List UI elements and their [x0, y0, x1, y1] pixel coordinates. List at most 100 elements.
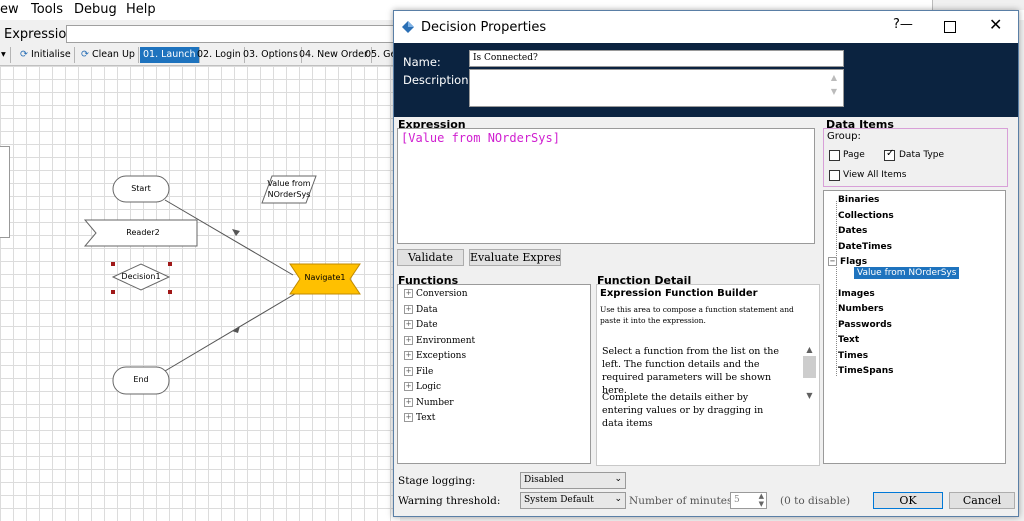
header-panel: Name: Is Connected? Description: ▲ ▼: [394, 43, 1018, 117]
function-text[interactable]: + Text: [404, 413, 435, 423]
tab-clean-up[interactable]: ⟳ Clean Up: [78, 47, 139, 63]
function-detail-scrollbar[interactable]: ▲ ▼: [802, 345, 817, 415]
data-group-text[interactable]: Text: [838, 335, 859, 345]
function-date[interactable]: + Date: [404, 320, 438, 330]
expand-icon: +: [404, 289, 413, 298]
expand-icon: +: [404, 351, 413, 360]
data-group-timespans[interactable]: TimeSpans: [838, 366, 893, 376]
expand-icon: +: [404, 305, 413, 314]
close-icon[interactable]: ✕: [989, 15, 1002, 34]
function-number[interactable]: + Number: [404, 398, 454, 408]
data-group-flags[interactable]: − Flags: [828, 257, 867, 267]
view-all-label: View All Items: [843, 170, 907, 180]
function-data[interactable]: + Data: [404, 305, 438, 315]
name-input[interactable]: Is Connected?: [469, 50, 844, 67]
group-box: Group: Page ✓ Data Type View All Items: [823, 128, 1008, 187]
expand-icon: +: [404, 320, 413, 329]
data-group-binaries[interactable]: Binaries: [838, 195, 879, 205]
function-help-text-1: Select a function from the list on the l…: [602, 346, 780, 396]
maximize-icon[interactable]: [944, 21, 956, 33]
view-all-checkbox[interactable]: [829, 170, 840, 181]
function-help-text-2: Complete the details either by entering …: [602, 392, 764, 429]
flow-arrow-1: [232, 229, 240, 236]
data-group-passwords[interactable]: Passwords: [838, 320, 892, 330]
expression-input[interactable]: [66, 25, 408, 43]
expand-icon: +: [404, 367, 413, 376]
scroll-up-icon[interactable]: ▲: [802, 345, 817, 354]
scroll-thumb[interactable]: [803, 356, 816, 378]
decision-label: Decision1: [121, 272, 161, 281]
data-item-label-1: Value from: [267, 179, 311, 188]
menu-help[interactable]: Help: [126, 2, 156, 17]
check-icon: ✓: [886, 148, 895, 159]
ok-button[interactable]: OK: [873, 492, 943, 509]
tab-login[interactable]: 02. Login: [194, 47, 245, 63]
description-label: Description:: [403, 73, 473, 87]
chevron-down-icon: ⌄: [614, 474, 622, 484]
title-bar: Decision Properties ?— ✕: [394, 11, 1018, 43]
expand-icon: +: [404, 336, 413, 345]
menu-debug[interactable]: Debug: [74, 2, 117, 17]
warning-threshold-select[interactable]: System Default ⌄: [520, 492, 626, 509]
data-item-label-2: NOrderSys: [267, 190, 311, 199]
page-icon: ⟳: [81, 49, 92, 60]
data-group-times[interactable]: Times: [838, 351, 868, 361]
expression-editor[interactable]: [Value from NOrderSys]: [397, 128, 815, 244]
dialog-title: Decision Properties: [421, 20, 547, 35]
data-group-collections[interactable]: Collections: [838, 211, 894, 221]
expand-icon: +: [404, 413, 413, 422]
page-checkbox[interactable]: [829, 150, 840, 161]
warning-threshold-label: Warning threshold:: [398, 495, 501, 507]
stepper-arrows-icon[interactable]: ▲ ▼: [759, 492, 764, 508]
minutes-stepper[interactable]: 5 ▲ ▼: [730, 492, 767, 509]
stage-logging-select[interactable]: Disabled ⌄: [520, 472, 626, 489]
validate-button[interactable]: Validate: [397, 249, 464, 266]
data-items-tree[interactable]: Binaries Collections Dates DateTimes − Fl…: [823, 190, 1006, 464]
cancel-button[interactable]: Cancel: [949, 492, 1015, 509]
scroll-down-icon[interactable]: ▼: [802, 391, 817, 400]
page-icon: ⟳: [20, 49, 31, 60]
data-group-datetimes[interactable]: DateTimes: [838, 242, 892, 252]
function-exceptions[interactable]: + Exceptions: [404, 351, 466, 361]
decision-properties-dialog: Decision Properties ?— ✕ Name: Is Connec…: [393, 10, 1019, 517]
tab-new-order[interactable]: 04. New Order: [296, 47, 372, 63]
decision-app-icon: [402, 21, 414, 33]
end-label: End: [133, 375, 149, 384]
data-item-value-from-norder[interactable]: Value from NOrderSys: [854, 267, 960, 279]
evaluate-expression-button[interactable]: Evaluate Expressi: [469, 249, 561, 266]
reader-label: Reader2: [126, 228, 160, 237]
tab-options[interactable]: 03. Options: [240, 47, 302, 63]
start-label: Start: [131, 184, 151, 193]
page-tab-bar: ▾ ⟳ Initialise ⟳ Clean Up 01. Launch 02.…: [0, 46, 401, 66]
collapse-icon: −: [828, 257, 837, 266]
navigate-label: Navigate1: [304, 273, 346, 282]
stage-logging-label: Stage logging:: [398, 475, 476, 487]
expand-icon: +: [404, 398, 413, 407]
function-logic[interactable]: + Logic: [404, 382, 441, 392]
function-builder-title: Expression Function Builder: [600, 288, 758, 299]
tab-dropdown[interactable]: ▾: [0, 47, 11, 63]
datatype-checkbox-label: Data Type: [899, 150, 945, 160]
data-group-dates[interactable]: Dates: [838, 226, 867, 236]
background-window-edge: [932, 0, 1024, 10]
group-label: Group:: [827, 131, 861, 142]
function-builder-description: Use this area to compose a function stat…: [600, 305, 794, 325]
help-button[interactable]: ?—: [893, 17, 913, 32]
expand-icon: +: [404, 382, 413, 391]
function-conversion[interactable]: + Conversion: [404, 289, 468, 299]
minutes-label: Number of minutes: [629, 495, 733, 507]
data-group-numbers[interactable]: Numbers: [838, 304, 884, 314]
menu-view[interactable]: ew: [0, 2, 19, 17]
description-input[interactable]: [469, 69, 844, 107]
function-file[interactable]: + File: [404, 367, 433, 377]
flow-arrow-2: [232, 326, 240, 333]
datatype-checkbox[interactable]: ✓: [884, 148, 895, 161]
description-scrollbar[interactable]: ▲ ▼: [826, 71, 842, 105]
data-group-images[interactable]: Images: [838, 289, 875, 299]
tab-launch[interactable]: 01. Launch: [140, 47, 200, 63]
process-canvas[interactable]: Start Reader2 Decision1 Navigate1 Value …: [0, 66, 400, 521]
function-environment[interactable]: + Environment: [404, 336, 475, 346]
disable-hint: (0 to disable): [780, 495, 851, 507]
tab-initialise[interactable]: ⟳ Initialise: [17, 47, 75, 63]
menu-tools[interactable]: Tools: [31, 2, 63, 17]
